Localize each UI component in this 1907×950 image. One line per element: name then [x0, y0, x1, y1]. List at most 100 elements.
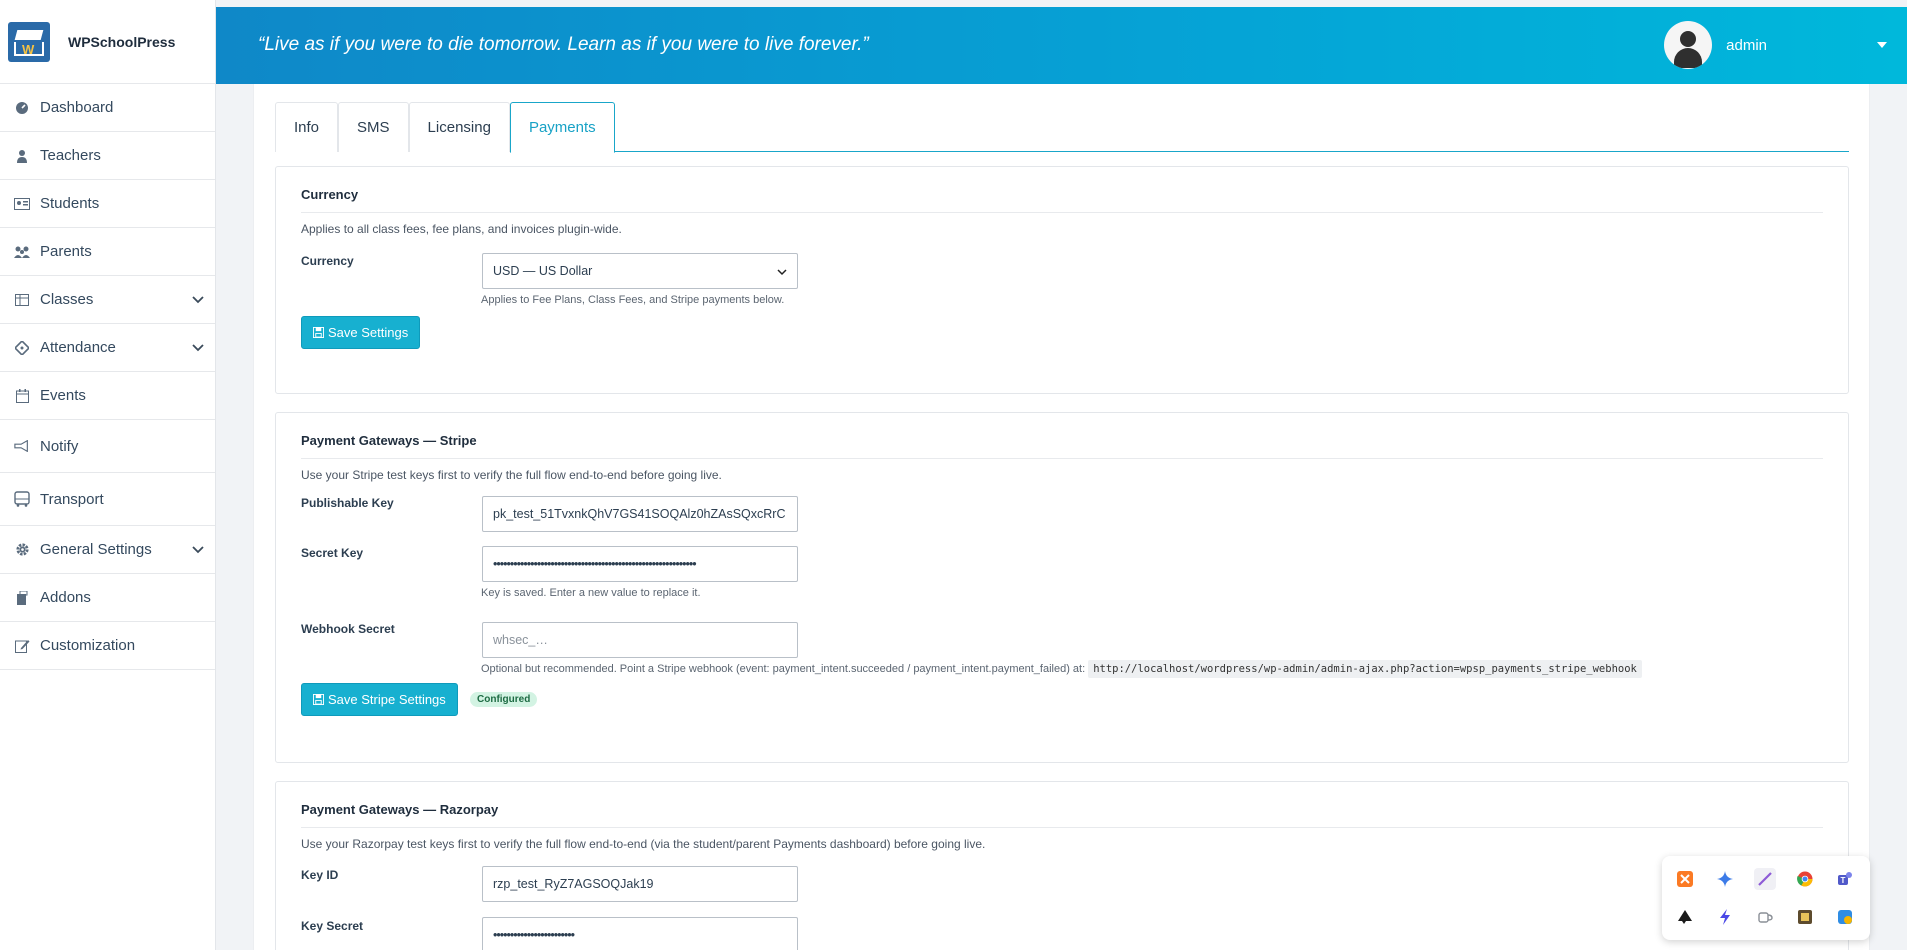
publishable-key-label: Publishable Key [301, 496, 394, 510]
key-id-field[interactable]: rzp_test_RyZ7AGSOQJak19 [482, 866, 798, 902]
save-stripe-settings-button[interactable]: Save Stripe Settings [301, 683, 458, 716]
sidebar-item-students[interactable]: Students [0, 180, 215, 228]
sidebar-item-attendance[interactable]: Attendance [0, 324, 215, 372]
brand-name: WPSchoolPress [68, 33, 176, 50]
save-settings-button[interactable]: Save Settings [301, 316, 421, 349]
sidebar-item-transport[interactable]: Transport [0, 473, 215, 526]
sidebar-item-label: Teachers [40, 147, 101, 164]
currency-selected-value: USD — US Dollar [493, 264, 593, 278]
stripe-panel: Payment Gateways — Stripe Use your Strip… [275, 412, 1849, 763]
sidebar-item-events[interactable]: Events [0, 372, 215, 420]
webhook-help-text: Optional but recommended. Point a Stripe… [481, 663, 1086, 675]
app-tray-widget: T [1662, 856, 1870, 940]
caret-down-icon[interactable] [1877, 42, 1887, 48]
bus-icon [14, 491, 30, 507]
save-icon [313, 694, 324, 705]
sidebar-item-label: Dashboard [40, 99, 114, 116]
svg-text:T: T [1841, 876, 1846, 885]
key-secret-field[interactable]: •••••••••••••••••••••••• [482, 917, 798, 950]
header-quote: “Live as if you were to die tomorrow. Le… [258, 34, 869, 55]
tab-payments[interactable]: Payments [509, 102, 615, 153]
panel-description: Use your Stripe test keys first to verif… [301, 468, 722, 482]
inkscape-icon[interactable] [1674, 906, 1696, 928]
webhook-secret-label: Webhook Secret [301, 622, 395, 636]
sidebar-item-label: Parents [40, 243, 92, 260]
secret-key-label: Secret Key [301, 546, 364, 560]
edit-icon [14, 639, 30, 653]
sidebar-item-teachers[interactable]: Teachers [0, 132, 215, 180]
classes-icon [14, 293, 30, 307]
students-icon [14, 197, 30, 211]
panel-title: Payment Gateways — Razorpay [301, 802, 499, 817]
sidebar-item-label: General Settings [40, 541, 152, 558]
sidebar-item-classes[interactable]: Classes [0, 276, 215, 324]
attendance-icon [14, 340, 30, 355]
webhook-url: http://localhost/wordpress/wp-admin/admi… [1088, 660, 1642, 678]
sidebar-item-label: Notify [40, 437, 79, 455]
chevron-down-icon[interactable] [191, 292, 205, 306]
sidebar-item-label: Events [40, 387, 86, 404]
key-id-label: Key ID [301, 868, 339, 882]
status-badge: Configured [470, 692, 538, 707]
sidebar: W WPSchoolPress Dashboard Teachers Stude… [0, 0, 216, 950]
lightning-icon[interactable] [1714, 906, 1736, 928]
sidebar-item-addons[interactable]: Addons [0, 574, 215, 622]
button-label: Save Settings [328, 325, 409, 340]
chevron-down-icon[interactable] [191, 340, 205, 354]
sidebar-item-notify[interactable]: Notify [0, 420, 215, 473]
school-logo-icon: W [8, 21, 50, 62]
brand[interactable]: W WPSchoolPress [0, 0, 215, 84]
xampp-icon[interactable] [1674, 868, 1696, 890]
feather-icon[interactable] [1754, 868, 1776, 890]
avatar[interactable] [1664, 21, 1713, 69]
parents-icon [14, 245, 30, 259]
tab-info[interactable]: Info [275, 102, 339, 152]
settings-tabs: Info SMS Licensing Payments [275, 102, 1849, 153]
sidebar-item-label: Customization [40, 637, 136, 654]
panel-title: Currency [301, 187, 359, 202]
webhook-secret-field[interactable]: whsec_… [482, 622, 798, 658]
secret-key-help: Key is saved. Enter a new value to repla… [481, 587, 701, 599]
tab-sms[interactable]: SMS [338, 102, 409, 152]
currency-help: Applies to Fee Plans, Class Fees, and St… [481, 294, 785, 306]
divider [301, 458, 1823, 459]
key-secret-label: Key Secret [301, 919, 364, 933]
save-icon [313, 327, 324, 338]
gear-icon [14, 543, 30, 557]
teacher-icon [14, 149, 30, 163]
sidebar-item-general-settings[interactable]: General Settings [0, 526, 215, 574]
divider [301, 212, 1823, 213]
panel-description: Use your Razorpay test keys first to ver… [301, 837, 986, 851]
top-header: “Live as if you were to die tomorrow. Le… [216, 7, 1907, 84]
currency-select[interactable]: USD — US Dollar [482, 253, 798, 289]
calendar-icon [14, 388, 30, 403]
sidebar-item-parents[interactable]: Parents [0, 228, 215, 276]
user-name[interactable]: admin [1726, 37, 1767, 54]
sidebar-item-label: Students [40, 195, 100, 212]
user-menu[interactable]: admin [1664, 21, 1887, 69]
gemini-icon[interactable] [1714, 868, 1736, 890]
sidebar-item-customization[interactable]: Customization [0, 622, 215, 670]
button-label: Save Stripe Settings [328, 692, 446, 707]
publishable-key-field[interactable]: pk_test_51TvxnkQhV7GS41SOQAlz0hZAsSQxcRr… [482, 496, 798, 532]
tab-licensing[interactable]: Licensing [408, 102, 510, 152]
webhook-help: Optional but recommended. Point a Stripe… [481, 660, 1642, 678]
chevron-down-icon [777, 269, 787, 276]
sidebar-item-dashboard[interactable]: Dashboard [0, 84, 215, 132]
sidebar-item-label: Classes [40, 291, 94, 308]
sidebar-item-label: Transport [40, 490, 104, 508]
megaphone-icon [14, 439, 30, 453]
razorpay-panel: Payment Gateways — Razorpay Use your Raz… [275, 781, 1849, 950]
panel-title: Payment Gateways — Stripe [301, 433, 477, 448]
sidebar-nav: Dashboard Teachers Students Parents Clas… [0, 84, 215, 670]
teams-icon[interactable]: T [1834, 868, 1856, 890]
currency-label: Currency [301, 254, 354, 268]
chevron-down-icon[interactable] [191, 542, 205, 556]
mug-icon[interactable] [1754, 906, 1776, 928]
chrome-icon[interactable] [1794, 868, 1816, 890]
divider [301, 827, 1823, 828]
shield-app-icon[interactable] [1834, 906, 1856, 928]
secret-key-field[interactable]: ••••••••••••••••••••••••••••••••••••••••… [482, 546, 798, 582]
film-icon[interactable] [1794, 906, 1816, 928]
addons-icon [14, 590, 30, 605]
